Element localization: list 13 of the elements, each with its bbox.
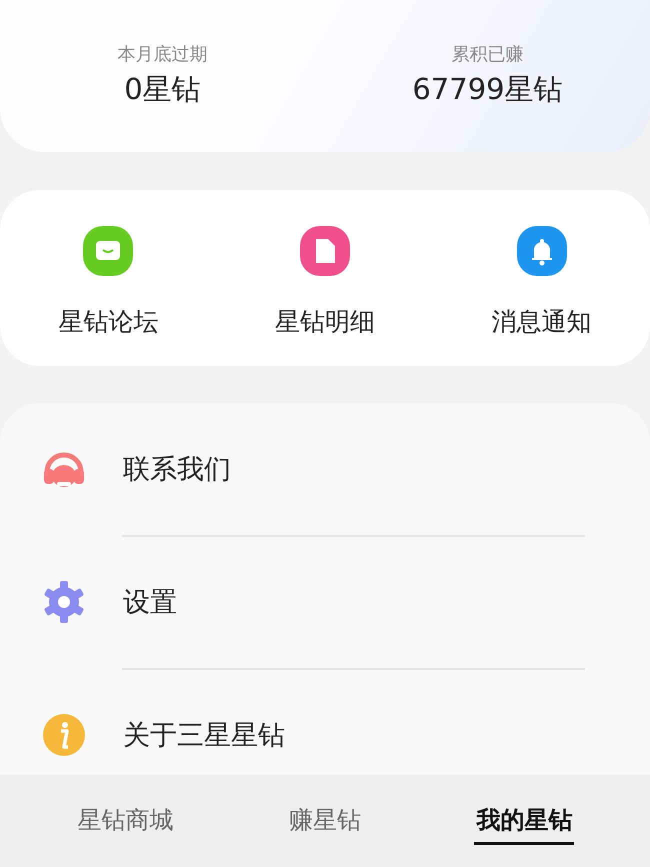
nav-tab[interactable]: 星钻商城 [76,798,176,844]
menu-item[interactable]: 关于三星星钻 [0,700,650,770]
shortcut-item[interactable]: 消息通知 [433,218,650,338]
menu-item[interactable]: 联系我们 [0,434,650,504]
stat-value: 67799星钻 [412,71,563,108]
stat-label: 累积已赚 [452,43,524,66]
shortcut-item[interactable]: 星钻明细 [216,218,434,338]
nav-tab[interactable]: 我的星钻 [474,798,574,844]
menu-item[interactable]: 设置 [0,567,650,637]
nav-tab[interactable]: 赚星钻 [286,798,363,844]
stat-value: 0星钻 [124,71,201,108]
shortcut-item[interactable]: 星钻论坛 [0,218,217,338]
stat-label: 本月底过期 [118,43,208,66]
